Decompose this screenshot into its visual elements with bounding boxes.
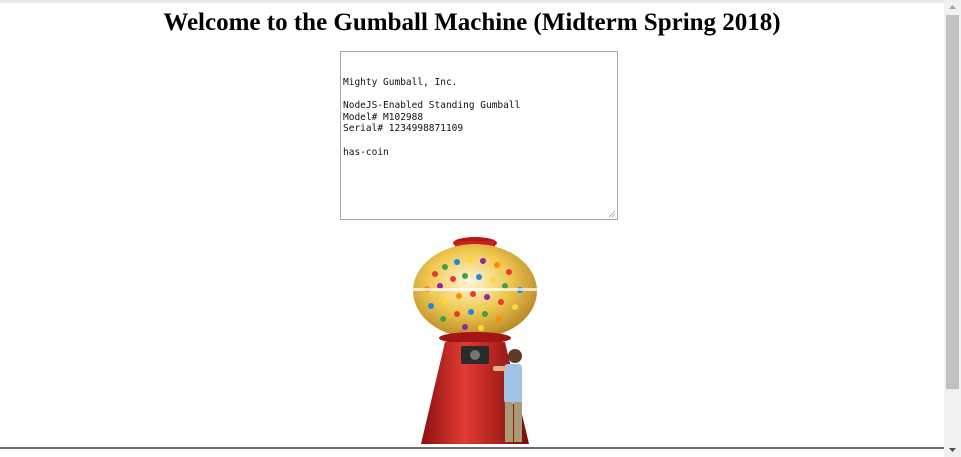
scroll-down-icon[interactable] — [944, 443, 961, 457]
vertical-scrollbar[interactable] — [944, 0, 961, 457]
page-top-border — [0, 0, 944, 3]
scrollbar-thumb[interactable] — [946, 15, 959, 389]
page-bottom-area — [0, 449, 944, 457]
page-title: Welcome to the Gumball Machine (Midterm … — [163, 9, 781, 36]
scroll-up-icon[interactable] — [944, 0, 961, 14]
gumball-machine-image — [413, 237, 537, 444]
machine-status-text: Mighty Gumball, Inc. NodeJS-Enabled Stan… — [343, 77, 521, 158]
resize-grip-icon[interactable] — [608, 210, 616, 218]
machine-status-textarea[interactable]: Mighty Gumball, Inc. NodeJS-Enabled Stan… — [340, 51, 618, 220]
